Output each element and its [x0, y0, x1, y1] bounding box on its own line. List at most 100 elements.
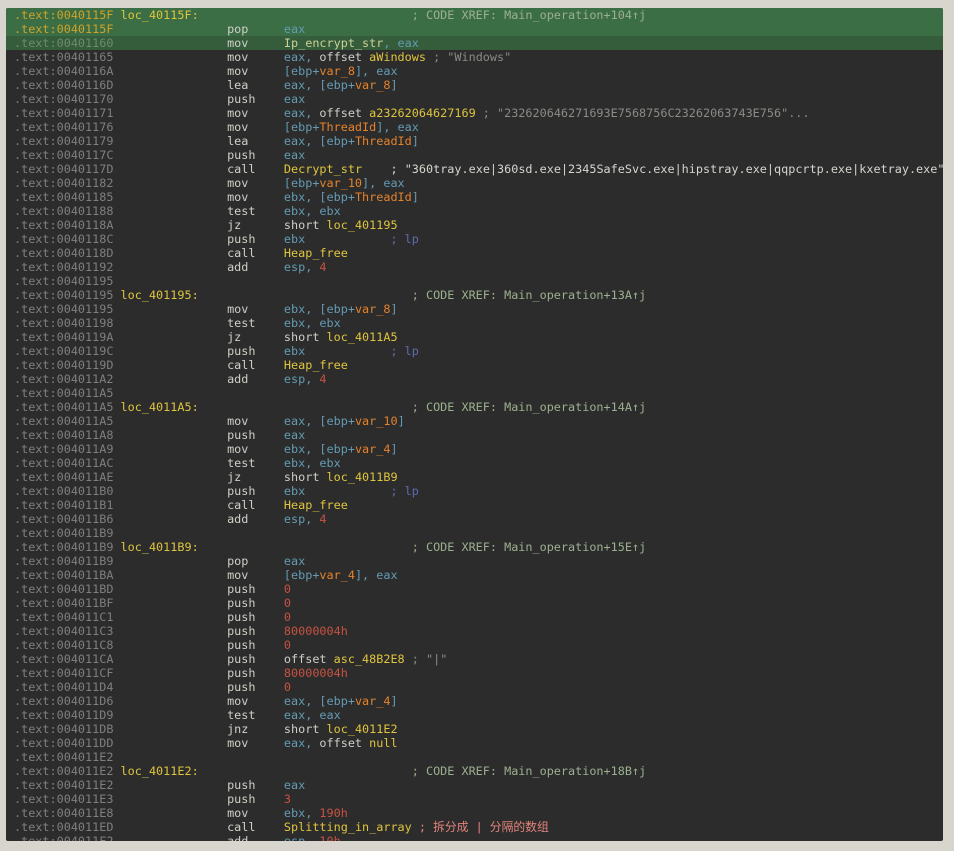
token-ad: .text:00401185	[14, 190, 113, 204]
token-ad: .text:004011A9	[14, 442, 113, 456]
asm-line[interactable]: .text:0040115F loc_40115F: ; CODE XREF: …	[6, 8, 943, 22]
token-r: eax	[284, 92, 305, 106]
asm-line[interactable]: .text:0040118A jz short loc_401195	[6, 218, 943, 232]
asm-line[interactable]: .text:00401171 mov eax, offset a23262064…	[6, 106, 943, 120]
asm-line[interactable]: .text:004011BD push 0	[6, 582, 943, 596]
asm-line[interactable]: .text:004011AE jz short loc_4011B9	[6, 470, 943, 484]
asm-line[interactable]: .text:004011AC test ebx, ebx	[6, 456, 943, 470]
token-n: 80000004h	[284, 624, 348, 638]
asm-line[interactable]: .text:004011CF push 80000004h	[6, 666, 943, 680]
asm-line[interactable]: .text:004011B0 push ebx ; lp	[6, 484, 943, 498]
token-r: esp,	[284, 834, 320, 841]
asm-line[interactable]: .text:004011DB jnz short loc_4011E2	[6, 722, 943, 736]
asm-line[interactable]: .text:00401195 mov ebx, [ebp+var_8]	[6, 302, 943, 316]
token-nm: Heap_free	[284, 498, 348, 512]
token-ad: .text:004011ED	[14, 820, 113, 834]
window-frame: .text:0040115F loc_40115F: ; CODE XREF: …	[0, 0, 954, 851]
asm-line[interactable]: .text:004011B9 loc_4011B9: ; CODE XREF: …	[6, 540, 943, 554]
disassembly-view[interactable]: .text:0040115F loc_40115F: ; CODE XREF: …	[6, 8, 943, 841]
asm-line[interactable]: .text:00401188 test ebx, ebx	[6, 204, 943, 218]
asm-line[interactable]: .text:0040117C push eax	[6, 148, 943, 162]
asm-line[interactable]: .text:0040118C push ebx ; lp	[6, 232, 943, 246]
asm-line[interactable]: .text:004011BF push 0	[6, 596, 943, 610]
asm-line[interactable]: .text:004011E3 push 3	[6, 792, 943, 806]
asm-line[interactable]: .text:004011B9	[6, 526, 943, 540]
asm-line[interactable]: .text:0040116D lea eax, [ebp+var_8]	[6, 78, 943, 92]
asm-line[interactable]: .text:0040117D call Decrypt_str ; "360tr…	[6, 162, 943, 176]
asm-line[interactable]: .text:004011C1 push 0	[6, 610, 943, 624]
asm-line[interactable]: .text:004011C3 push 80000004h	[6, 624, 943, 638]
asm-line[interactable]: .text:00401165 mov eax, offset aWindows …	[6, 50, 943, 64]
asm-line[interactable]: .text:004011A5 mov eax, [ebp+var_10]	[6, 414, 943, 428]
asm-line[interactable]: .text:004011DD mov eax, offset null	[6, 736, 943, 750]
asm-line[interactable]: .text:004011B9 pop eax	[6, 554, 943, 568]
asm-line[interactable]: .text:004011B1 call Heap_free	[6, 498, 943, 512]
asm-line[interactable]: .text:00401192 add esp, 4	[6, 260, 943, 274]
token-mn: lea	[227, 134, 248, 148]
token-mn: push	[227, 484, 255, 498]
asm-line[interactable]: .text:004011E2 push eax	[6, 778, 943, 792]
token-ad: .text:00401195	[14, 288, 113, 302]
token-r: ebx, ebx	[284, 316, 341, 330]
asm-line[interactable]: .text:004011A9 mov ebx, [ebp+var_4]	[6, 442, 943, 456]
token-r: eax,	[284, 50, 320, 64]
asm-line[interactable]: .text:004011A5	[6, 386, 943, 400]
asm-line[interactable]: .text:00401185 mov ebx, [ebp+ThreadId]	[6, 190, 943, 204]
token-cs: ; 拆分成 | 分隔的数组	[419, 820, 549, 834]
asm-line[interactable]: .text:00401182 mov [ebp+var_10], eax	[6, 176, 943, 190]
token-mn: mov	[227, 190, 248, 204]
asm-line[interactable]: .text:00401198 test ebx, ebx	[6, 316, 943, 330]
asm-line[interactable]: .text:00401195	[6, 274, 943, 288]
token-r: ebx, [ebp+	[284, 190, 355, 204]
asm-line[interactable]: .text:004011C8 push 0	[6, 638, 943, 652]
token-o: var_10	[319, 176, 362, 190]
screenshot-root: { "app": { "name": "disassembly-listing-…	[0, 0, 954, 851]
token-n: 80000004h	[284, 666, 348, 680]
asm-line[interactable]: .text:00401179 lea eax, [ebp+ThreadId]	[6, 134, 943, 148]
token-ad: .text:00401195	[14, 274, 113, 288]
token-mn: test	[227, 204, 255, 218]
asm-line[interactable]: .text:004011A5 loc_4011A5: ; CODE XREF: …	[6, 400, 943, 414]
token-ad: .text:004011B6	[14, 512, 113, 526]
asm-line[interactable]: .text:0040118D call Heap_free	[6, 246, 943, 260]
token-mn: push	[227, 652, 255, 666]
token-n: 190h	[319, 806, 347, 820]
asm-line[interactable]: .text:004011CA push offset asc_48B2E8 ; …	[6, 652, 943, 666]
token-ad: .text:00401170	[14, 92, 113, 106]
asm-line[interactable]: .text:0040119A jz short loc_4011A5	[6, 330, 943, 344]
asm-line[interactable]: .text:004011BA mov [ebp+var_4], eax	[6, 568, 943, 582]
asm-line[interactable]: .text:0040115F pop eax	[6, 22, 943, 36]
asm-line[interactable]: .text:004011A8 push eax	[6, 428, 943, 442]
token-ad: .text:004011A5	[14, 414, 113, 428]
token-ad: .text:004011AC	[14, 456, 113, 470]
token-nm: aWindows	[369, 50, 426, 64]
asm-line[interactable]: .text:004011D9 test eax, eax	[6, 708, 943, 722]
asm-line[interactable]: .text:004011E2	[6, 750, 943, 764]
token-cg: ; "Windows"	[433, 50, 511, 64]
asm-line[interactable]: .text:00401160 mov Ip_encrypt_str, eax	[6, 36, 943, 50]
token-ad: .text:004011E2	[14, 750, 113, 764]
token-mn: push	[227, 232, 255, 246]
asm-line[interactable]: .text:004011B6 add esp, 4	[6, 512, 943, 526]
token-nm: null	[369, 736, 397, 750]
token-mn: add	[227, 372, 248, 386]
asm-line[interactable]: .text:00401195 loc_401195: ; CODE XREF: …	[6, 288, 943, 302]
token-ad: .text:004011B0	[14, 484, 113, 498]
asm-line[interactable]: .text:0040119D call Heap_free	[6, 358, 943, 372]
asm-line[interactable]: .text:0040119C push ebx ; lp	[6, 344, 943, 358]
token-o: var_4	[355, 694, 391, 708]
token-mn: mov	[227, 694, 248, 708]
asm-line[interactable]: .text:004011A2 add esp, 4	[6, 372, 943, 386]
asm-line[interactable]: .text:00401170 push eax	[6, 92, 943, 106]
token-r: ebx, ebx	[284, 204, 341, 218]
asm-line[interactable]: .text:004011ED call Splitting_in_array ;…	[6, 820, 943, 834]
asm-line[interactable]: .text:004011D6 mov eax, [ebp+var_4]	[6, 694, 943, 708]
asm-line[interactable]: .text:00401176 mov [ebp+ThreadId], eax	[6, 120, 943, 134]
asm-line[interactable]: .text:004011F2 add esp, 10h	[6, 834, 943, 841]
asm-line[interactable]: .text:004011D4 push 0	[6, 680, 943, 694]
asm-line[interactable]: .text:004011E2 loc_4011E2: ; CODE XREF: …	[6, 764, 943, 778]
asm-line[interactable]: .text:004011E8 mov ebx, 190h	[6, 806, 943, 820]
token-ad: .text:004011DB	[14, 722, 113, 736]
token-mn: add	[227, 260, 248, 274]
asm-line[interactable]: .text:0040116A mov [ebp+var_8], eax	[6, 64, 943, 78]
